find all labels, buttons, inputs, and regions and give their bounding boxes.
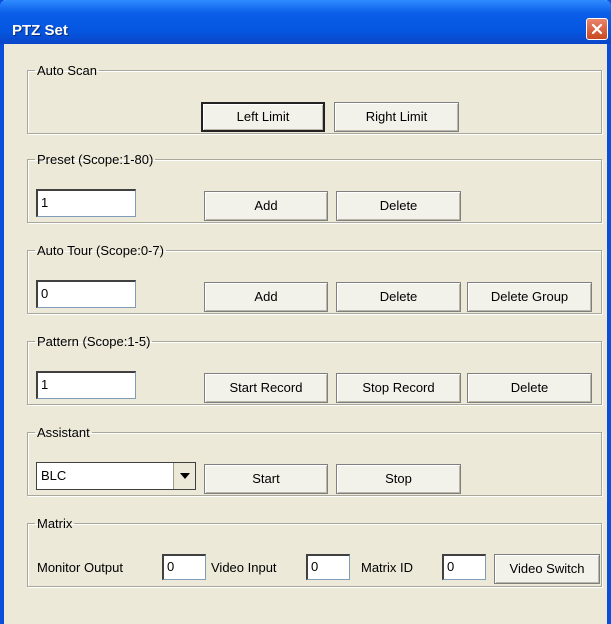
preset-legend: Preset (Scope:1-80) (37, 152, 154, 167)
window-title: PTZ Set (12, 22, 68, 39)
assistant-legend: Assistant (37, 425, 90, 440)
assistant-function-select[interactable]: BLC (36, 462, 196, 490)
dialog-body: Auto Scan Left Limit Right Limit Preset … (4, 44, 607, 624)
preset-delete-button[interactable]: Delete (336, 191, 461, 221)
auto-scan-group: Auto Scan Left Limit Right Limit (27, 63, 602, 134)
auto-tour-delete-group-button[interactable]: Delete Group (467, 282, 592, 312)
auto-tour-delete-button[interactable]: Delete (336, 282, 461, 312)
auto-tour-add-button[interactable]: Add (204, 282, 328, 312)
auto-scan-legend: Auto Scan (37, 63, 97, 78)
pattern-delete-button[interactable]: Delete (467, 373, 592, 403)
preset-add-button[interactable]: Add (204, 191, 328, 221)
close-icon (591, 23, 603, 35)
pattern-number-input[interactable]: 1 (36, 371, 136, 399)
ptz-set-dialog: PTZ Set Auto Scan Left Limit Right Limit… (0, 0, 611, 624)
start-record-button[interactable]: Start Record (204, 373, 328, 403)
left-limit-button[interactable]: Left Limit (201, 102, 325, 132)
preset-number-input[interactable]: 1 (36, 189, 136, 217)
video-switch-button[interactable]: Video Switch (494, 554, 600, 584)
matrix-group: Matrix Monitor Output 0 Video Input 0 Ma… (27, 516, 602, 587)
pattern-group: Pattern (Scope:1-5) 1 Start Record Stop … (27, 334, 602, 405)
auto-tour-number-input[interactable]: 0 (36, 280, 136, 308)
assistant-stop-button[interactable]: Stop (336, 464, 461, 494)
right-limit-button[interactable]: Right Limit (334, 102, 459, 132)
matrix-legend: Matrix (37, 516, 73, 531)
video-input-input[interactable]: 0 (306, 554, 350, 580)
title-bar[interactable]: PTZ Set (0, 0, 611, 44)
matrix-id-label: Matrix ID (361, 560, 413, 575)
dropdown-arrow-icon[interactable] (173, 463, 195, 489)
assistant-start-button[interactable]: Start (204, 464, 328, 494)
pattern-legend: Pattern (Scope:1-5) (37, 334, 151, 349)
assistant-selected-value: BLC (41, 468, 67, 483)
auto-tour-group: Auto Tour (Scope:0-7) 0 Add Delete Delet… (27, 243, 602, 314)
preset-group: Preset (Scope:1-80) 1 Add Delete (27, 152, 602, 223)
monitor-output-label: Monitor Output (37, 560, 123, 575)
auto-tour-legend: Auto Tour (Scope:0-7) (37, 243, 164, 258)
close-button[interactable] (586, 18, 608, 40)
stop-record-button[interactable]: Stop Record (336, 373, 461, 403)
video-input-label: Video Input (211, 560, 277, 575)
matrix-id-input[interactable]: 0 (442, 554, 486, 580)
assistant-group: Assistant BLC Start Stop (27, 425, 602, 496)
monitor-output-input[interactable]: 0 (162, 554, 206, 580)
